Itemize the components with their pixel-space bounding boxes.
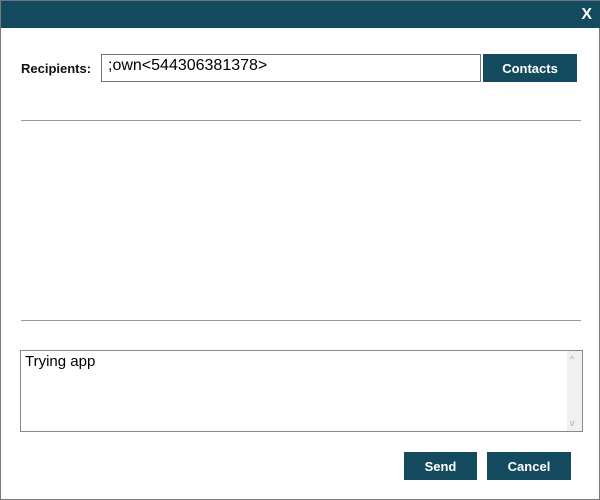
title-bar: X bbox=[1, 0, 600, 28]
scrollbar[interactable]: ^ v bbox=[567, 351, 582, 431]
message-text: Trying app bbox=[25, 353, 96, 370]
message-textarea[interactable]: Trying app ^ v bbox=[20, 350, 583, 432]
cancel-button[interactable]: Cancel bbox=[487, 452, 571, 480]
close-button[interactable]: X bbox=[581, 6, 592, 24]
send-button[interactable]: Send bbox=[404, 452, 477, 480]
scroll-up-icon[interactable]: ^ bbox=[570, 354, 574, 364]
divider bbox=[21, 120, 581, 121]
contacts-button[interactable]: Contacts bbox=[483, 54, 577, 82]
recipients-input[interactable]: ;own<544306381378> bbox=[101, 54, 481, 82]
scroll-down-icon[interactable]: v bbox=[570, 418, 575, 428]
compose-dialog: X Recipients: ;own<544306381378> Contact… bbox=[0, 0, 600, 500]
recipients-label: Recipients: bbox=[21, 61, 92, 76]
divider bbox=[21, 320, 581, 321]
